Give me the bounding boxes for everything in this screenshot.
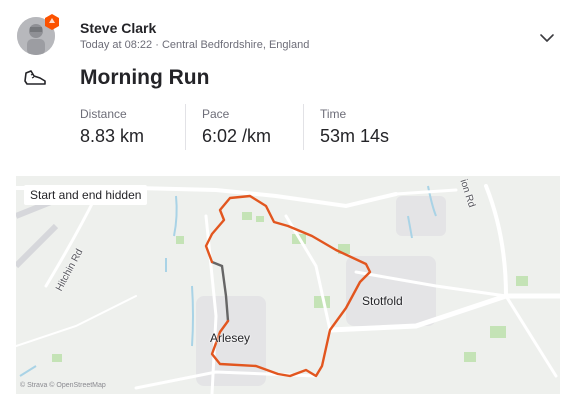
stat-distance-value: 8.83 km [80, 126, 145, 146]
running-shoe-icon [24, 70, 46, 85]
airfield [16, 193, 68, 269]
route-map[interactable]: Start and end hidden Stotfold Arlesey Hi… [16, 176, 560, 394]
stat-time: Time 53m 14s [303, 104, 426, 150]
stats-row: Distance 8.83 km Pace 6:02 /km Time 53m … [80, 104, 426, 150]
activity-title[interactable]: Morning Run [80, 66, 209, 90]
stat-distance-label: Distance [80, 107, 127, 121]
map-canvas [16, 184, 560, 394]
chevron-down-icon[interactable] [538, 29, 556, 47]
town-label-arlesey: Arlesey [210, 331, 251, 345]
stat-time-label: Time [320, 107, 347, 121]
town-label-stotfold: Stotfold [362, 294, 403, 308]
stat-pace-value: 6:02 /km [202, 126, 272, 146]
subscriber-badge-icon [45, 14, 59, 30]
stat-pace: Pace 6:02 /km [185, 104, 303, 150]
athlete-name[interactable]: Steve Clark [80, 20, 156, 36]
activity-meta: Today at 08:22 · Central Bedfordshire, E… [80, 39, 310, 51]
roads [16, 184, 560, 394]
privacy-label: Start and end hidden [24, 185, 148, 205]
stat-pace-label: Pace [202, 107, 230, 121]
map-attribution[interactable]: © Strava © OpenStreetMap [20, 382, 106, 389]
stat-time-value: 53m 14s [320, 126, 390, 146]
park-areas [52, 212, 528, 362]
stat-distance: Distance 8.83 km [80, 104, 185, 150]
